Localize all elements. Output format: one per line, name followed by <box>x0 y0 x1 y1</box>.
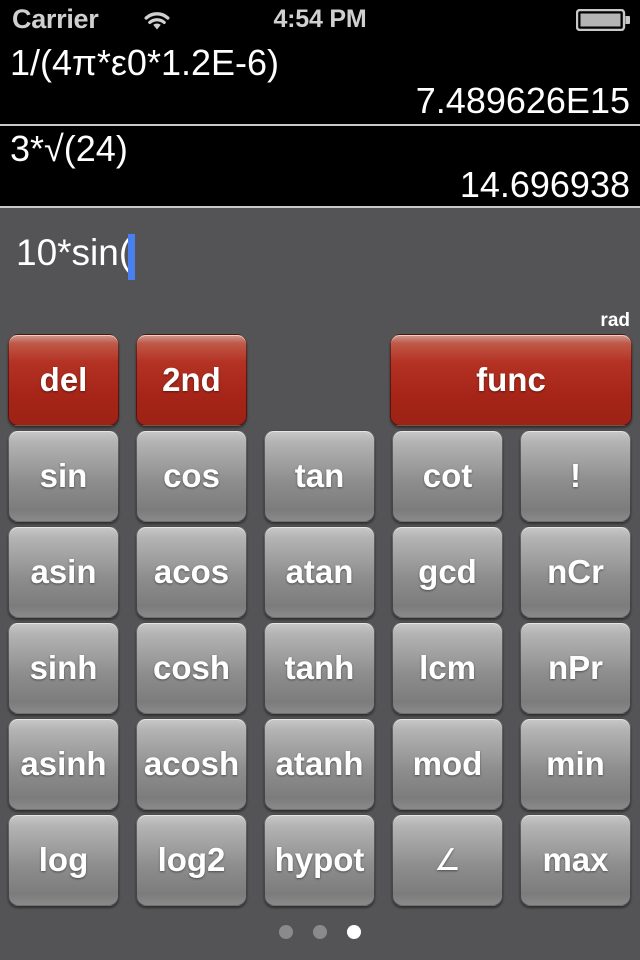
clock-label: 4:54 PM <box>273 5 367 33</box>
key-max[interactable]: max <box>520 814 631 906</box>
key-tan[interactable]: tan <box>264 430 375 522</box>
expression-input[interactable]: 10*sin( <box>0 208 640 308</box>
key-label: tanh <box>284 649 355 686</box>
key-label: cos <box>163 457 220 494</box>
key-log2[interactable]: log2 <box>136 814 247 906</box>
key-tanh[interactable]: tanh <box>264 622 375 714</box>
del-button[interactable]: del <box>8 334 119 426</box>
history-entry[interactable]: 3*√(24) 14.696938 <box>0 126 640 208</box>
history-entry[interactable]: 1/(4π*ε0*1.2E-6) 7.489626E15 <box>0 38 640 124</box>
key-min[interactable]: min <box>520 718 631 810</box>
key-label: atan <box>285 553 354 590</box>
key-log[interactable]: log <box>8 814 119 906</box>
key-label: lcm <box>419 649 476 686</box>
key-gcd[interactable]: gcd <box>392 526 503 618</box>
calculator-app: Carrier 4:54 PM 1/(4π*ε0*1.2E-6) 7.48962… <box>0 0 640 960</box>
key-label: sinh <box>29 649 98 686</box>
key-label: ! <box>570 457 581 494</box>
key-cosh[interactable]: cosh <box>136 622 247 714</box>
page-dot-active[interactable] <box>347 925 361 939</box>
key-label: max <box>542 841 609 878</box>
key-lcm[interactable]: lcm <box>392 622 503 714</box>
key-npr[interactable]: nPr <box>520 622 631 714</box>
key-label: gcd <box>418 553 477 590</box>
key-sin[interactable]: sin <box>8 430 119 522</box>
func-button[interactable]: func <box>390 334 632 426</box>
key-label: tan <box>294 457 345 494</box>
key-mod[interactable]: mod <box>392 718 503 810</box>
key-sinh[interactable]: sinh <box>8 622 119 714</box>
key-label: mod <box>412 745 483 782</box>
key-label: nPr <box>547 649 603 686</box>
key-angle[interactable]: ∠ <box>392 814 503 906</box>
key-acosh[interactable]: acosh <box>136 718 247 810</box>
key-cot[interactable]: cot <box>392 430 503 522</box>
key-label: acos <box>153 553 230 590</box>
key-label: hypot <box>274 841 365 878</box>
key-atanh[interactable]: atanh <box>264 718 375 810</box>
key-factorial[interactable]: ! <box>520 430 631 522</box>
battery-icon <box>575 8 631 32</box>
2nd-button[interactable]: 2nd <box>136 334 247 426</box>
key-label: log <box>38 841 89 878</box>
text-cursor <box>128 234 135 280</box>
key-hypot[interactable]: hypot <box>264 814 375 906</box>
key-label: asin <box>30 553 97 590</box>
key-acos[interactable]: acos <box>136 526 247 618</box>
key-label: log2 <box>157 841 226 878</box>
key-asin[interactable]: asin <box>8 526 119 618</box>
2nd-button-label: 2nd <box>162 361 221 398</box>
key-label: acosh <box>143 745 240 782</box>
key-label: sin <box>39 457 88 494</box>
page-indicator[interactable] <box>0 925 640 939</box>
func-button-label: func <box>476 361 546 398</box>
key-label: min <box>546 745 605 782</box>
key-label: cosh <box>152 649 231 686</box>
key-cos[interactable]: cos <box>136 430 247 522</box>
history-expression: 1/(4π*ε0*1.2E-6) <box>10 42 280 83</box>
key-ncr[interactable]: nCr <box>520 526 631 618</box>
key-label: cot <box>422 457 473 494</box>
history-result: 14.696938 <box>459 164 630 205</box>
history-result: 7.489626E15 <box>415 80 630 121</box>
page-dot[interactable] <box>279 925 293 939</box>
angle-mode-indicator: rad <box>600 310 630 331</box>
key-asinh[interactable]: asinh <box>8 718 119 810</box>
key-label: nCr <box>547 553 604 590</box>
key-label: asinh <box>20 745 107 782</box>
key-label: atanh <box>275 745 364 782</box>
status-bar: Carrier 4:54 PM <box>0 0 640 38</box>
key-atan[interactable]: atan <box>264 526 375 618</box>
key-label: ∠ <box>434 843 461 877</box>
input-expression-text: 10*sin( <box>16 232 132 273</box>
history-expression: 3*√(24) <box>10 128 128 169</box>
del-button-label: del <box>39 361 88 398</box>
page-dot[interactable] <box>313 925 327 939</box>
